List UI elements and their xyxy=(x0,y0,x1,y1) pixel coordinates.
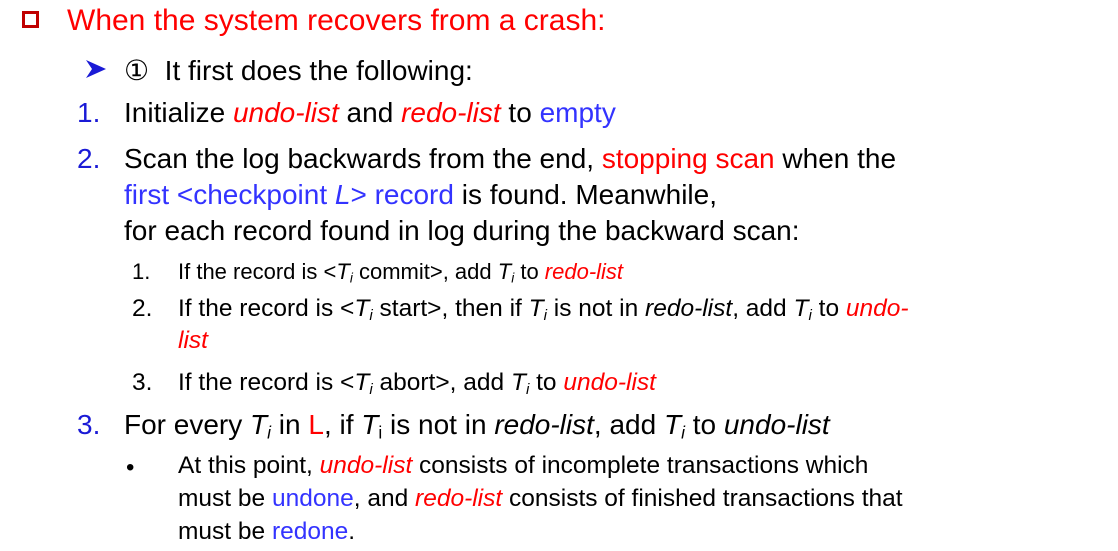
square-bullet-icon xyxy=(22,11,39,28)
arrow-bullet-icon xyxy=(86,60,106,78)
note-line-1: At this point, undo-list consists of inc… xyxy=(178,452,869,479)
empty-term: empty xyxy=(539,97,616,128)
L-term: L xyxy=(308,409,324,440)
item-3-text: For every Ti in L, if Ti is not in redo-… xyxy=(124,409,830,443)
subitem-3-number: 3. xyxy=(132,369,153,396)
undo-list-term: undo-list xyxy=(232,97,339,128)
note-line-3: must be redone. xyxy=(178,518,356,545)
item-1-text: Initialize undo-list and redo-list to em… xyxy=(124,97,616,128)
item-1-number: 1. xyxy=(77,97,101,128)
step-text: It first does the following: xyxy=(164,55,473,86)
subitem-2-line-2: list xyxy=(178,327,208,354)
step-intro: ① It first does the following: xyxy=(124,54,473,87)
item-2-line-1: Scan the log backwards from the end, sto… xyxy=(124,143,897,174)
subitem-1-text: If the record is <Ti commit>, add Ti to … xyxy=(178,259,624,286)
circled-number: ① xyxy=(124,55,150,86)
bullet-dot-icon: • xyxy=(126,454,135,481)
subitem-2-number: 2. xyxy=(132,295,153,322)
redo-list-term: redo-list xyxy=(401,97,501,128)
subitem-1-number: 1. xyxy=(132,259,151,284)
stopping-scan-term: stopping scan xyxy=(601,143,775,174)
subitem-2-line-1: If the record is <Ti start>, then if Ti … xyxy=(178,295,909,324)
item-3-number: 3. xyxy=(77,409,101,440)
item-2-line-2: first <checkpoint L> record is found. Me… xyxy=(124,179,717,210)
item-2-number: 2. xyxy=(77,143,101,174)
subitem-3-text: If the record is <Ti abort>, add Ti to u… xyxy=(178,369,656,398)
note-line-2: must be undone, and redo-list consists o… xyxy=(178,485,903,512)
slide-heading: When the system recovers from a crash: xyxy=(67,4,606,37)
item-2-line-3: for each record found in log during the … xyxy=(124,215,800,246)
